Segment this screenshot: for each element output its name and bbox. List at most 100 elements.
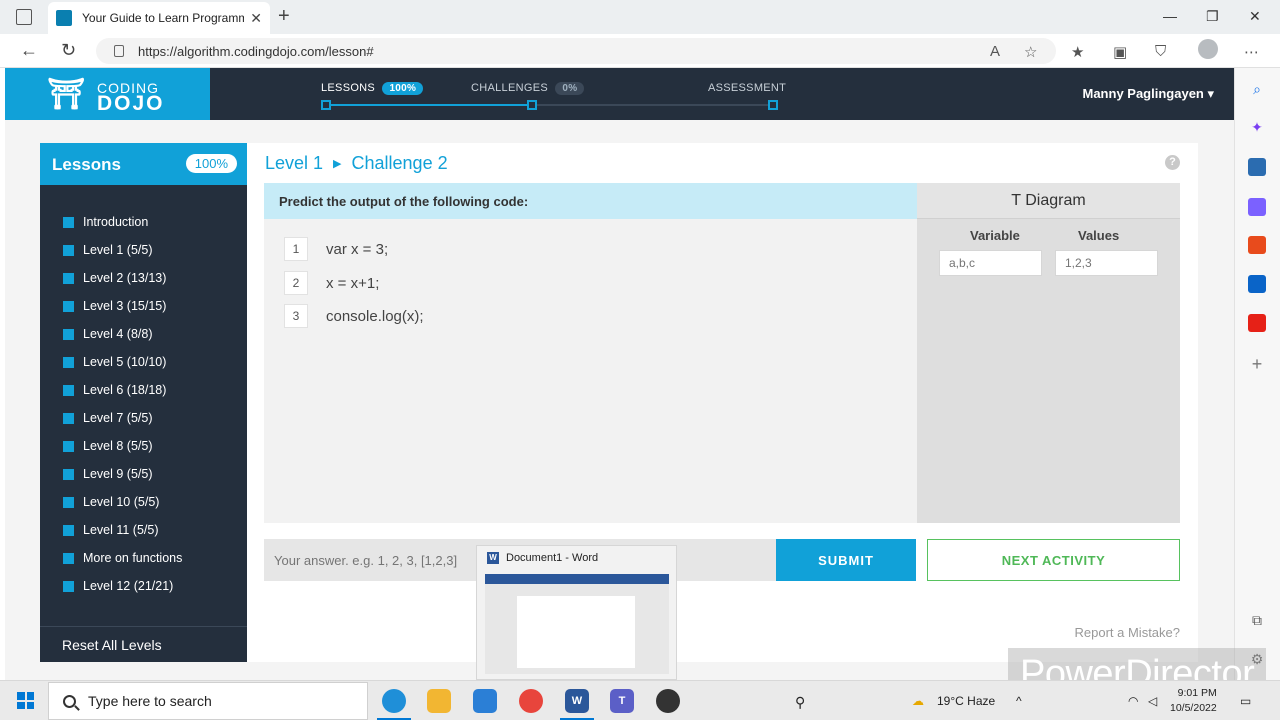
variable-input[interactable]	[939, 250, 1042, 276]
windows-start-icon[interactable]	[17, 692, 34, 709]
search-icon	[63, 694, 76, 708]
lesson-complete-icon	[63, 440, 74, 452]
chrome-icon[interactable]	[519, 689, 543, 713]
lesson-item[interactable]: Introduction	[40, 208, 247, 236]
tools-icon[interactable]	[1248, 158, 1266, 176]
recorder-app-icon[interactable]	[656, 689, 680, 713]
word-thumbnail-popup[interactable]: W Document1 - Word	[476, 545, 677, 680]
browser-tab-bar: Your Guide to Learn Programming ✕ + — ❐ …	[0, 0, 1280, 34]
window-close-button[interactable]: ✕	[1249, 8, 1261, 25]
lesson-complete-icon	[63, 356, 74, 368]
lesson-item[interactable]: Level 10 (5/5)	[40, 488, 247, 516]
report-mistake-link[interactable]: Report a Mistake?	[1075, 625, 1181, 640]
lessons-pct-badge: 100%	[185, 154, 237, 173]
coding-dojo-logo[interactable]: ⛩ CODING DOJO	[5, 68, 210, 120]
reset-all-levels-button[interactable]: Reset All Levels	[40, 626, 247, 662]
new-tab-button[interactable]: +	[278, 5, 290, 28]
lesson-item[interactable]: Level 12 (21/21)	[40, 572, 247, 600]
more-menu-icon[interactable]: ⋯	[1244, 43, 1259, 61]
weather-text[interactable]: 19°C Haze	[937, 694, 995, 708]
lesson-item[interactable]: Level 8 (5/5)	[40, 432, 247, 460]
challenge-card: Level 1 ▶ Challenge 2 ? Predict the outp…	[247, 143, 1198, 662]
office-icon[interactable]	[1248, 236, 1266, 254]
lesson-complete-icon	[63, 552, 74, 564]
word-window-title: Document1 - Word	[506, 552, 599, 564]
chevron-right-icon: ▶	[333, 158, 342, 170]
lesson-item-label: Level 1 (5/5)	[83, 243, 153, 257]
search-icon[interactable]: ⌕	[1248, 80, 1266, 98]
word-preview-ribbon	[485, 574, 669, 584]
add-icon[interactable]: +	[1248, 355, 1266, 373]
profile-avatar[interactable]	[1198, 39, 1218, 59]
close-tab-icon[interactable]: ✕	[250, 10, 262, 27]
lesson-item[interactable]: Level 2 (13/13)	[40, 264, 247, 292]
outlook-icon[interactable]	[1248, 275, 1266, 293]
lesson-item-label: Level 12 (21/21)	[83, 579, 174, 593]
taskbar-search[interactable]: Type here to search	[48, 682, 368, 720]
next-activity-button[interactable]: NEXT ACTIVITY	[927, 539, 1180, 581]
sidebar-toggle-icon[interactable]: ⧉	[1248, 611, 1266, 629]
teams-icon[interactable]: T	[610, 689, 634, 713]
lesson-item[interactable]: Level 4 (8/8)	[40, 320, 247, 348]
lesson-complete-icon	[63, 300, 74, 312]
word-window-preview[interactable]	[485, 574, 669, 674]
edge-browser-icon[interactable]	[382, 689, 406, 713]
word-popup-title: W Document1 - Word	[487, 552, 598, 564]
lesson-item[interactable]: Level 3 (15/15)	[40, 292, 247, 320]
volume-icon[interactable]: ◁	[1148, 694, 1157, 708]
notifications-icon[interactable]: ▭	[1240, 694, 1251, 708]
games-icon[interactable]	[1248, 198, 1266, 216]
variable-column-header: Variable	[970, 228, 1020, 243]
line-number: 3	[284, 304, 308, 328]
progress-step-challenges[interactable]: CHALLENGES 0%	[471, 82, 585, 95]
code-text: var x = 3;	[326, 240, 389, 258]
reload-button[interactable]: ↻	[61, 40, 76, 61]
lesson-item-label: Level 9 (5/5)	[83, 467, 153, 481]
lesson-item[interactable]: Level 11 (5/5)	[40, 516, 247, 544]
crumb-level[interactable]: Level 1	[265, 153, 323, 174]
values-input[interactable]	[1055, 250, 1158, 276]
breadcrumb: Level 1 ▶ Challenge 2	[265, 153, 448, 174]
word-taskbar-icon[interactable]: W	[565, 689, 589, 713]
code-line: 1 var x = 3;	[284, 237, 388, 261]
line-number: 2	[284, 271, 308, 295]
people-icon[interactable]: ⚲	[795, 694, 805, 711]
lesson-item-label: Level 6 (18/18)	[83, 383, 167, 397]
help-icon[interactable]: ?	[1165, 155, 1180, 170]
lesson-item[interactable]: Level 1 (5/5)	[40, 236, 247, 264]
progress-step-assessment[interactable]: ASSESSMENT	[708, 82, 786, 94]
wifi-icon[interactable]: ◠	[1128, 694, 1138, 708]
favorites-icon[interactable]: ★	[1071, 43, 1084, 61]
submit-button[interactable]: SUBMIT	[776, 539, 916, 581]
progress-node-lessons[interactable]	[321, 100, 331, 110]
user-menu[interactable]: Manny Paglingayen ▾	[1083, 86, 1215, 102]
url-input[interactable]: https://algorithm.codingdojo.com/lesson#	[96, 38, 1056, 64]
browser-tab[interactable]: Your Guide to Learn Programming ✕	[48, 2, 270, 34]
progress-node-challenges[interactable]	[527, 100, 537, 110]
microsoft-store-icon[interactable]	[473, 689, 497, 713]
progress-step-lessons[interactable]: LESSONS 100%	[321, 82, 424, 95]
discover-icon[interactable]: ✦	[1248, 118, 1266, 136]
collections-icon[interactable]: ▣	[1113, 43, 1127, 61]
back-button[interactable]: ←	[20, 40, 38, 61]
youtube-icon[interactable]	[1248, 314, 1266, 332]
shield-icon[interactable]: ⛉	[1155, 43, 1166, 60]
read-aloud-icon[interactable]: A	[990, 43, 1000, 60]
lesson-item[interactable]: Level 5 (10/10)	[40, 348, 247, 376]
show-hidden-icons-icon[interactable]: ^	[1016, 694, 1022, 708]
file-explorer-icon[interactable]	[427, 689, 451, 713]
lesson-item[interactable]: More on functions	[40, 544, 247, 572]
tab-actions-icon[interactable]	[16, 9, 32, 25]
minimize-button[interactable]: —	[1163, 8, 1177, 24]
lesson-list: Introduction Level 1 (5/5) Level 2 (13/13)…	[40, 208, 247, 600]
system-clock[interactable]: 9:01 PM 10/5/2022	[1170, 686, 1217, 716]
line-number: 1	[284, 237, 308, 261]
lesson-item[interactable]: Level 9 (5/5)	[40, 460, 247, 488]
lesson-item[interactable]: Level 6 (18/18)	[40, 376, 247, 404]
torii-gate-icon: ⛩	[47, 78, 86, 111]
lesson-item[interactable]: Level 7 (5/5)	[40, 404, 247, 432]
favorite-star-icon[interactable]: ☆	[1024, 43, 1037, 61]
progress-node-assessment[interactable]	[768, 100, 778, 110]
restore-button[interactable]: ❐	[1206, 8, 1219, 25]
lesson-item-label: Level 7 (5/5)	[83, 411, 153, 425]
